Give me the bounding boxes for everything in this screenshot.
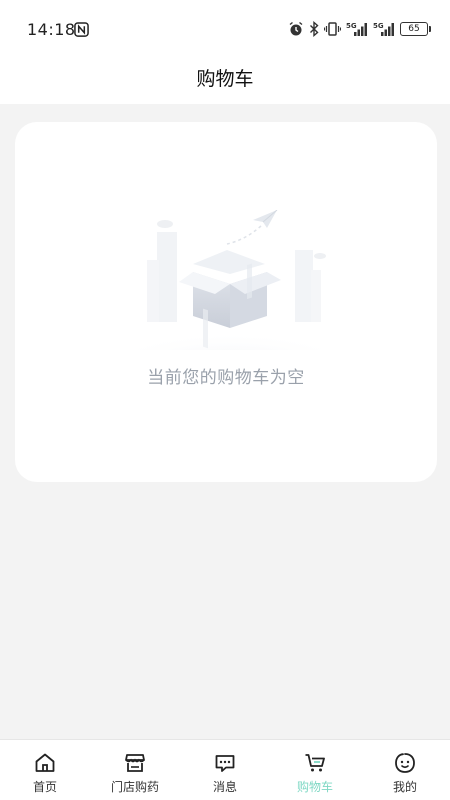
cart-icon <box>305 754 325 772</box>
empty-box-illustration <box>120 210 340 350</box>
tab-cart-label: 购物车 <box>296 780 333 794</box>
alarm-icon <box>289 21 303 36</box>
tab-cart[interactable]: 购物车 <box>270 740 360 800</box>
tab-profile[interactable]: 我的 <box>360 740 450 800</box>
nfc-icon <box>74 22 89 37</box>
battery-level: 65 <box>408 24 420 34</box>
bottom-tab-bar: 首页 门店购药 消息 购物车 我的 <box>0 739 450 800</box>
profile-icon <box>395 753 415 773</box>
signal-5g-icon-1: 5G <box>346 22 367 36</box>
bluetooth-icon <box>310 21 319 37</box>
vibrate-icon <box>324 22 341 36</box>
battery-icon: 65 <box>400 22 431 36</box>
tab-profile-label: 我的 <box>392 780 417 794</box>
status-icons: 5G 5G 65 <box>288 20 431 38</box>
tab-store-label: 门店购药 <box>110 780 159 794</box>
store-icon <box>125 754 145 772</box>
page-title: 购物车 <box>196 68 254 90</box>
status-bar: 14:18 5G 5G 65 <box>0 0 450 58</box>
signal-5g-label-1: 5G <box>346 22 357 30</box>
tab-home[interactable]: 首页 <box>0 740 90 800</box>
signal-5g-label-2: 5G <box>373 22 384 30</box>
empty-cart-card: 当前您的购物车为空 <box>15 122 437 482</box>
tab-messages[interactable]: 消息 <box>180 740 270 800</box>
home-icon <box>35 753 55 772</box>
empty-cart-message: 当前您的购物车为空 <box>147 368 305 388</box>
status-time: 14:18 <box>27 20 76 39</box>
signal-5g-icon-2: 5G <box>373 22 394 36</box>
title-bar: 购物车 <box>0 58 450 104</box>
tab-home-label: 首页 <box>32 780 57 794</box>
tab-store[interactable]: 门店购药 <box>90 740 180 800</box>
tab-messages-label: 消息 <box>212 780 237 794</box>
message-icon <box>215 755 235 772</box>
